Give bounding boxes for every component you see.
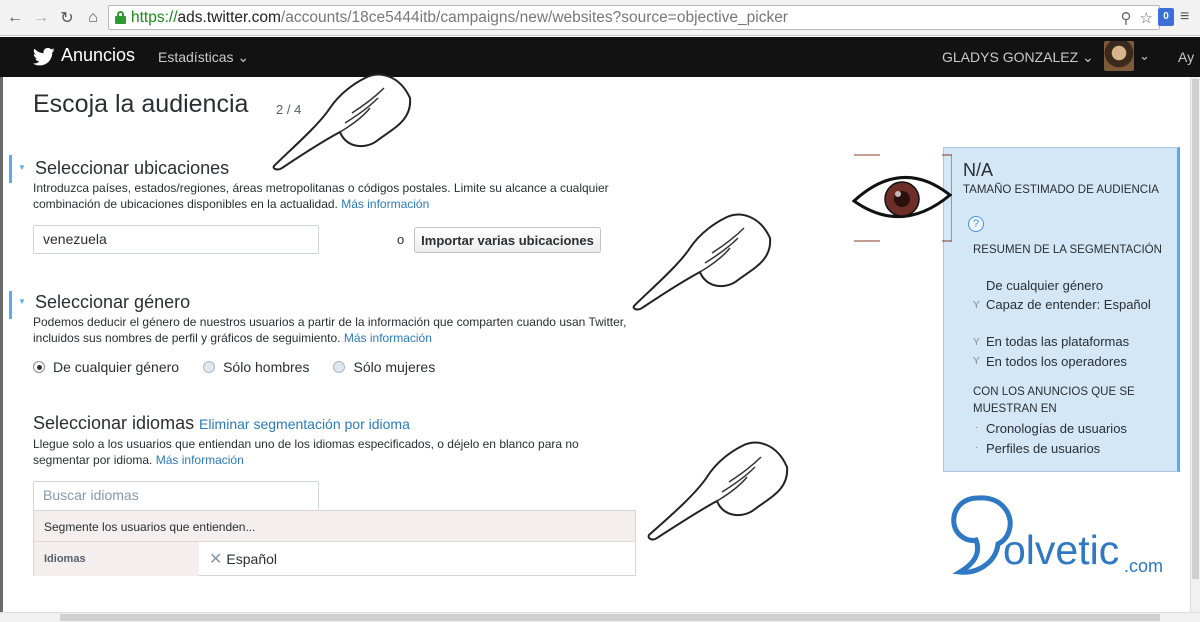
remove-language-link[interactable]: Eliminar segmentación por idioma bbox=[199, 416, 410, 432]
pointing-hand-icon bbox=[632, 213, 772, 311]
language-row: Idiomas ✕ Español bbox=[34, 542, 635, 576]
back-icon[interactable]: ← bbox=[4, 7, 26, 29]
summary-title: RESUMEN DE LA SEGMENTACIÓN bbox=[973, 244, 1162, 256]
or-separator: o bbox=[397, 232, 405, 247]
language-search-placeholder: Buscar idiomas bbox=[43, 487, 139, 503]
gender-any-radio[interactable] bbox=[33, 361, 45, 373]
address-bar[interactable]: https://ads.twitter.com/accounts/18ce544… bbox=[108, 5, 1160, 30]
help-icon[interactable]: ? bbox=[968, 216, 984, 232]
twitter-ads-header: Anuncios Estadísticas ⌄ GLADYS GONZALEZ … bbox=[0, 37, 1200, 77]
locations-more-link[interactable]: Más información bbox=[341, 197, 429, 211]
shown-title: CON LOS ANUNCIOS QUE SE MUESTRAN EN bbox=[973, 386, 1135, 415]
import-locations-button[interactable]: Importar varias ubicaciones bbox=[414, 227, 601, 253]
twitter-bird-icon[interactable] bbox=[33, 47, 55, 67]
locations-description: Introduzca países, estados/regiones, áre… bbox=[33, 180, 633, 212]
solvetic-logo-text: olvetic bbox=[1003, 527, 1120, 573]
chevron-down-icon[interactable]: ⌄ bbox=[1139, 48, 1150, 64]
forward-icon[interactable]: → bbox=[30, 7, 52, 29]
shown-item: Perfiles de usuarios bbox=[986, 441, 1101, 456]
zoom-icon[interactable]: ⚲ bbox=[1121, 9, 1132, 27]
audience-estimate-caption: TAMAÑO ESTIMADO DE AUDIENCIA bbox=[963, 184, 1159, 196]
language-tag-label: Español bbox=[226, 551, 277, 567]
audience-estimate: N/A bbox=[963, 160, 994, 180]
eye-icon bbox=[852, 154, 952, 242]
brand-label[interactable]: Anuncios bbox=[61, 45, 135, 66]
pointing-hand-icon bbox=[272, 73, 412, 171]
languages-more-link[interactable]: Más información bbox=[156, 453, 244, 467]
url-path: /accounts/18ce5444itb/campaigns/new/webs… bbox=[280, 8, 788, 26]
gender-women-radio[interactable] bbox=[333, 361, 346, 373]
remove-icon[interactable]: ✕ bbox=[209, 549, 222, 569]
locations-title: Seleccionar ubicaciones bbox=[35, 158, 230, 178]
gender-description-text: Podemos deducir el género de nuestros us… bbox=[33, 315, 627, 345]
languages-title: Seleccionar idiomas bbox=[33, 413, 195, 433]
section-marker bbox=[9, 155, 12, 183]
language-search-input[interactable]: Buscar idiomas bbox=[33, 481, 319, 511]
summary-item: Capaz de entender: Español bbox=[986, 297, 1151, 312]
avatar[interactable] bbox=[1104, 41, 1134, 71]
audience-summary-panel: N/A TAMAÑO ESTIMADO DE AUDIENCIA ? RESUM… bbox=[943, 147, 1180, 472]
locations-description-text: Introduzca países, estados/regiones, áre… bbox=[33, 181, 609, 211]
help-link[interactable]: Ay bbox=[1178, 49, 1194, 65]
gender-description: Podemos deducir el género de nuestros us… bbox=[33, 314, 633, 346]
url-host: ads.twitter.com bbox=[177, 8, 281, 26]
reload-icon[interactable]: ↻ bbox=[56, 7, 78, 29]
browser-menu-icon[interactable]: ≡ bbox=[1180, 8, 1194, 26]
home-icon[interactable]: ⌂ bbox=[82, 7, 104, 29]
caret-down-icon[interactable]: ▼ bbox=[18, 163, 26, 172]
summary-item: En todas las plataformas bbox=[986, 334, 1130, 349]
summary-bullet: Y bbox=[973, 356, 980, 367]
chevron-down-icon: ⌄ bbox=[1082, 49, 1094, 65]
gender-more-link[interactable]: Más información bbox=[344, 331, 432, 345]
lock-icon bbox=[115, 11, 126, 24]
shown-bullet: · bbox=[975, 422, 979, 433]
page-title: Escoja la audiencia bbox=[33, 90, 249, 118]
pointing-hand-icon bbox=[647, 441, 789, 541]
language-tag: ✕ Español bbox=[199, 542, 287, 576]
user-menu[interactable]: GLADYS GONZALEZ ⌄ bbox=[942, 49, 1094, 66]
browser-toolbar: ← → ↻ ⌂ https://ads.twitter.com/accounts… bbox=[0, 0, 1200, 36]
gender-any-label[interactable]: De cualquier género bbox=[53, 359, 179, 375]
shown-bullet: · bbox=[975, 442, 979, 453]
extension-icon[interactable]: 0 bbox=[1158, 8, 1174, 26]
language-row-label: Idiomas bbox=[34, 542, 199, 576]
language-panel-header: Segmente los usuarios que entienden... bbox=[34, 511, 635, 542]
stats-menu-label: Estadísticas bbox=[158, 49, 234, 65]
user-name-label: GLADYS GONZALEZ bbox=[942, 49, 1079, 65]
caret-down-icon[interactable]: ▼ bbox=[18, 297, 26, 306]
gender-men-radio[interactable] bbox=[203, 361, 216, 373]
url-scheme: https:// bbox=[131, 8, 178, 26]
location-input-value: venezuela bbox=[43, 231, 107, 247]
horizontal-scrollbar[interactable] bbox=[0, 612, 1200, 622]
languages-description: Llegue solo a los usuarios que entiendan… bbox=[33, 436, 633, 468]
language-panel: Segmente los usuarios que entienden... I… bbox=[33, 510, 636, 576]
bookmark-star-icon[interactable]: ☆ bbox=[1140, 9, 1153, 27]
window-edge bbox=[0, 77, 3, 622]
stats-menu[interactable]: Estadísticas ⌄ bbox=[158, 49, 249, 66]
languages-description-text: Llegue solo a los usuarios que entiendan… bbox=[33, 437, 579, 467]
solvetic-logo-suffix: .com bbox=[1124, 556, 1164, 576]
section-marker bbox=[9, 291, 12, 319]
summary-bullet: Y bbox=[973, 337, 980, 348]
gender-radio-group: De cualquier género Sólo hombres Sólo mu… bbox=[33, 359, 459, 375]
summary-item: De cualquier género bbox=[986, 278, 1104, 293]
gender-title: Seleccionar género bbox=[35, 292, 191, 312]
chevron-down-icon: ⌄ bbox=[237, 49, 250, 65]
location-input[interactable]: venezuela bbox=[33, 225, 319, 254]
gender-women-label[interactable]: Sólo mujeres bbox=[353, 359, 435, 375]
vertical-scrollbar[interactable] bbox=[1190, 77, 1200, 613]
summary-bullet: Y bbox=[973, 300, 980, 311]
summary-item: En todos los operadores bbox=[986, 354, 1127, 369]
shown-item: Cronologías de usuarios bbox=[986, 421, 1127, 436]
gender-men-label[interactable]: Sólo hombres bbox=[223, 359, 309, 375]
